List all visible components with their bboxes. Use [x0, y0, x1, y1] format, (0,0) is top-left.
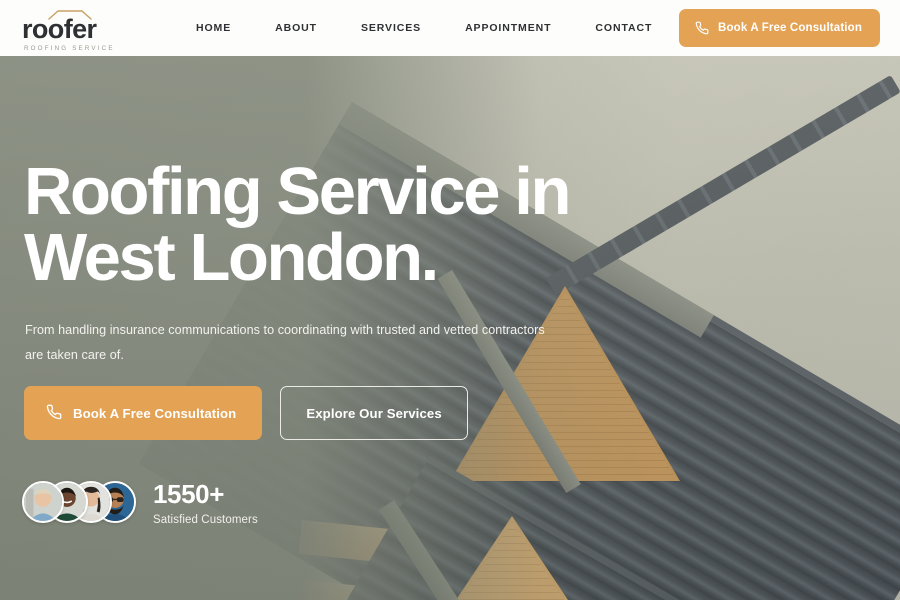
logo-wordmark: roofer: [22, 14, 97, 44]
avatar-image-1: [24, 482, 62, 521]
hero-section: Roofing Service in West London. From han…: [0, 56, 900, 600]
avatar-group: [22, 480, 136, 525]
hero-subtext: From handling insurance communications t…: [25, 323, 545, 362]
satisfied-customers-label: Satisfied Customers: [153, 513, 258, 526]
hero-button-group: Book A Free Consultation Explore Our Ser…: [24, 386, 468, 440]
hero-book-consultation-button[interactable]: Book A Free Consultation: [24, 386, 263, 440]
hero-primary-button-label: Book A Free Consultation: [73, 405, 237, 421]
hero-headline-line-1: Roofing Service in: [24, 154, 571, 229]
hero-content: Roofing Service in West London. From han…: [0, 56, 900, 600]
main-navigation: HOME ABOUT SERVICES APPOINTMENT CONTACT …: [196, 0, 752, 56]
phone-icon: [695, 21, 709, 35]
site-logo[interactable]: roofer ROOFING SERVICE: [22, 9, 122, 52]
hero-headline: Roofing Service in West London.: [24, 158, 644, 296]
hero-headline-line-2: West London.: [24, 220, 439, 296]
social-proof-stats: 1550+ Satisfied Customers: [153, 480, 258, 526]
site-header: roofer ROOFING SERVICE HOME ABOUT SERVIC…: [0, 0, 900, 56]
avatar[interactable]: [22, 480, 64, 523]
header-book-consultation-button[interactable]: Book A Free Consultation: [679, 9, 880, 47]
header-cta-label: Book A Free Consultation: [718, 22, 862, 34]
logo-tagline: ROOFING SERVICE: [24, 45, 115, 52]
hero-secondary-button-label: Explore Our Services: [306, 405, 442, 421]
nav-item-services[interactable]: SERVICES: [339, 22, 443, 34]
hero-explore-services-button[interactable]: Explore Our Services: [280, 386, 468, 440]
nav-item-contact[interactable]: CONTACT: [573, 22, 674, 34]
nav-item-about[interactable]: ABOUT: [253, 22, 339, 34]
social-proof: 1550+ Satisfied Customers: [22, 480, 258, 526]
nav-item-appointment[interactable]: APPOINTMENT: [443, 22, 573, 34]
satisfied-customers-count: 1550+: [153, 479, 225, 509]
nav-item-home[interactable]: HOME: [196, 22, 253, 34]
phone-icon: [46, 404, 62, 423]
